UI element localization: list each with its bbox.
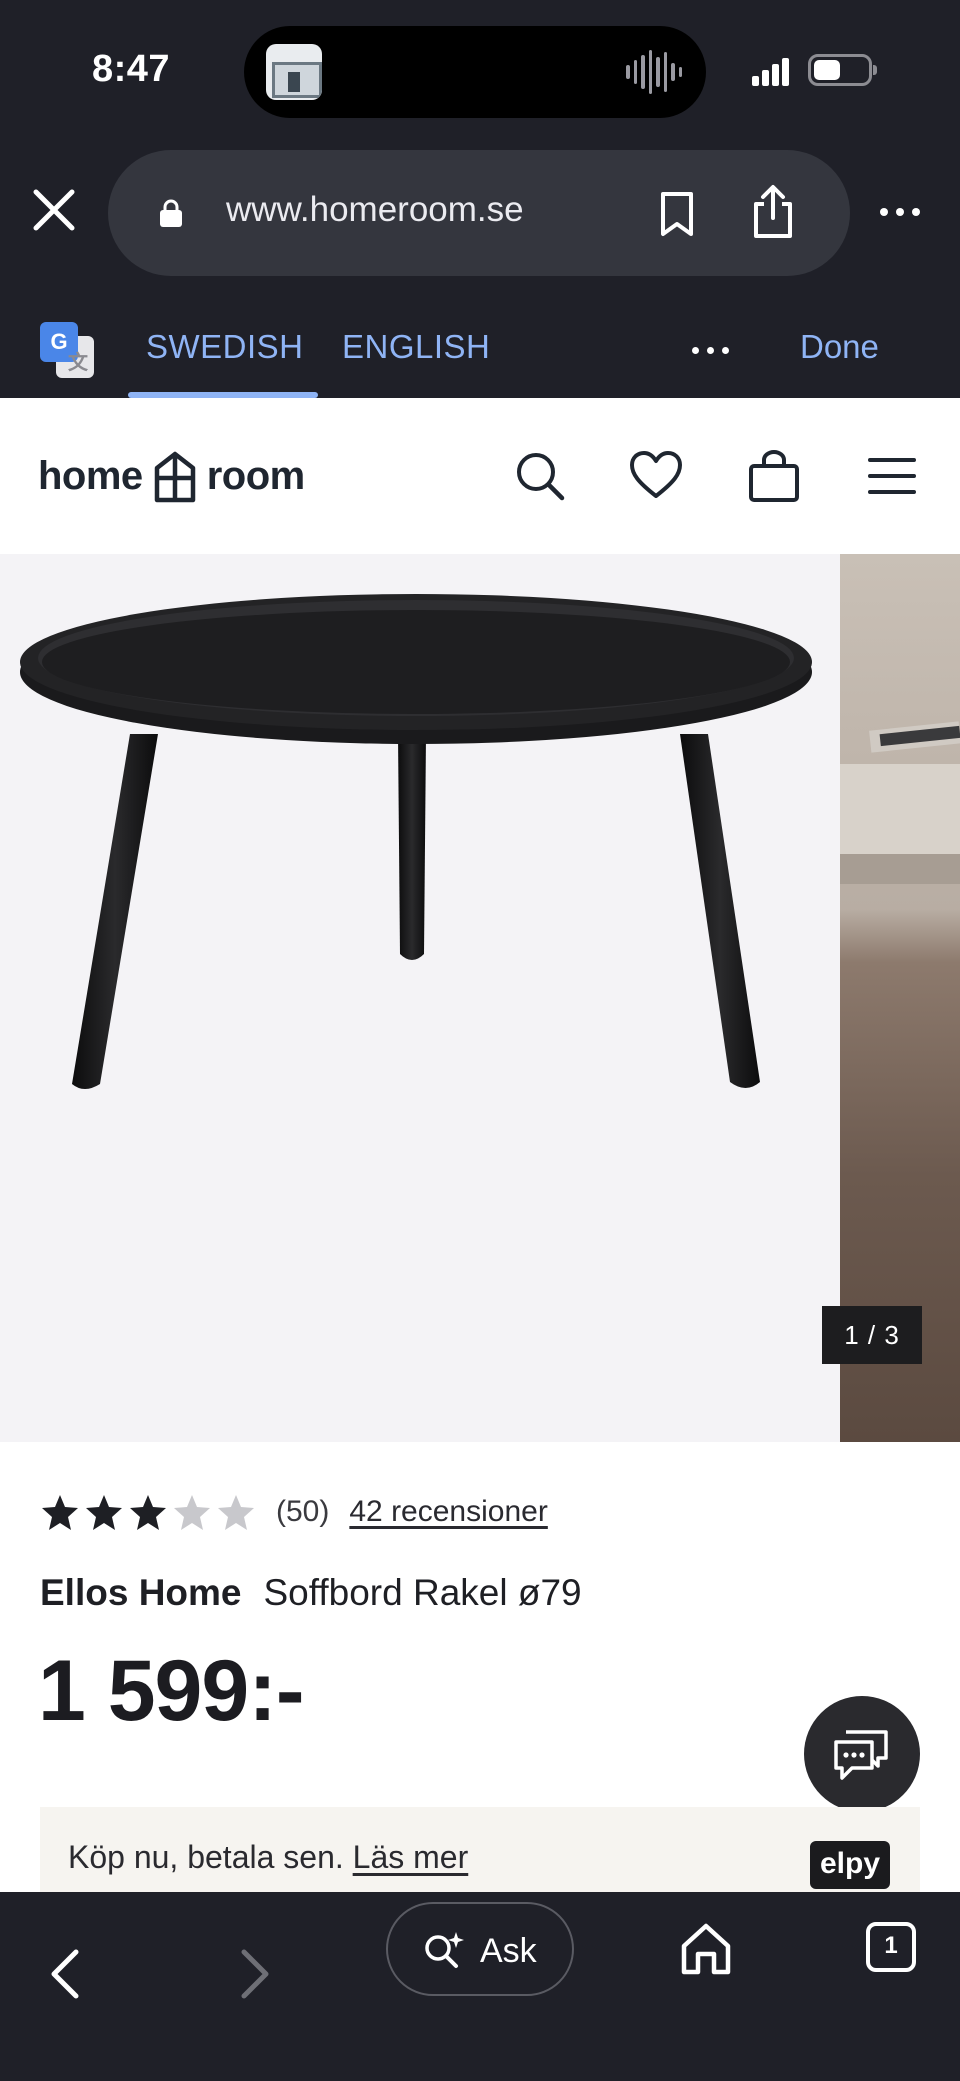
share-icon[interactable]: [748, 184, 798, 240]
more-button[interactable]: [880, 196, 932, 228]
ai-search-icon: [425, 1932, 464, 1968]
star-empty-icon: [174, 1495, 210, 1530]
tab-swedish[interactable]: SWEDISH: [146, 328, 304, 366]
browser-toolbar: Ask 1: [0, 1892, 960, 2081]
product-info: (50) 42 recensioner Ellos Home Soffbord R…: [0, 1442, 960, 1897]
house-logo-icon: [154, 451, 195, 503]
app-thumbnail-icon: [266, 44, 322, 100]
more-icon: [880, 196, 932, 228]
reviews-link[interactable]: 42 recensioner: [349, 1495, 547, 1529]
rating-row[interactable]: (50) 42 recensioner: [40, 1492, 548, 1532]
payment-banner: Köp nu, betala sen. Läs mer elpy: [40, 1807, 920, 1897]
heart-icon[interactable]: [628, 448, 684, 504]
chat-button[interactable]: [804, 1696, 920, 1812]
product-brand[interactable]: Ellos Home: [40, 1572, 242, 1613]
product-price: 1 599:-: [38, 1643, 304, 1739]
bookmark-icon[interactable]: [654, 190, 700, 238]
lock-icon: [160, 199, 182, 227]
star-filled-icon: [42, 1495, 78, 1530]
product-title: Ellos Home Soffbord Rakel ø79: [40, 1572, 582, 1614]
rating-count: (50): [276, 1495, 330, 1528]
star-filled-icon: [130, 1495, 166, 1530]
tab-english[interactable]: ENGLISH: [342, 328, 490, 366]
forward-icon[interactable]: [222, 1944, 282, 2004]
star-filled-icon: [86, 1495, 122, 1530]
battery-icon: [808, 54, 877, 86]
back-icon[interactable]: [38, 1944, 98, 2004]
slide-counter: 1 / 3: [822, 1306, 922, 1364]
product-gallery[interactable]: 1 / 3: [0, 554, 960, 1442]
cellular-signal-icon: [752, 58, 789, 86]
done-button[interactable]: Done: [800, 328, 879, 366]
screen: 8:47 www.homeroom.se G 文 SWEDISH ENGLISH…: [0, 0, 960, 2081]
address-bar[interactable]: www.homeroom.se: [108, 150, 850, 276]
translate-more-button[interactable]: [692, 332, 732, 368]
ask-button[interactable]: Ask: [386, 1902, 574, 1996]
ask-label: Ask: [480, 1932, 537, 1970]
star-empty-icon: [218, 1495, 254, 1530]
url-text[interactable]: www.homeroom.se: [226, 190, 524, 230]
site-logo[interactable]: home room: [38, 448, 305, 504]
logo-text-left: home: [38, 453, 143, 498]
google-translate-icon: G 文: [40, 322, 96, 378]
search-icon[interactable]: [512, 448, 568, 504]
product-image[interactable]: [0, 554, 840, 1442]
home-icon[interactable]: [680, 1922, 732, 1976]
logo-text-right: room: [206, 453, 306, 498]
audio-waveform-icon: [626, 50, 682, 94]
status-time: 8:47: [92, 48, 171, 90]
close-tab-button[interactable]: [24, 180, 84, 240]
chat-icon: [834, 1730, 888, 1780]
menu-icon[interactable]: [864, 448, 920, 504]
close-icon: [33, 189, 75, 231]
payment-message: Köp nu, betala sen.: [68, 1839, 344, 1875]
tabs-button[interactable]: 1: [866, 1922, 916, 1972]
more-icon: [692, 332, 732, 368]
site-header: home room: [0, 398, 960, 554]
browser-chrome: 8:47 www.homeroom.se G 文 SWEDISH ENGLISH…: [0, 0, 960, 398]
product-name: Soffbord Rakel ø79: [263, 1572, 582, 1613]
dynamic-island[interactable]: [244, 26, 706, 118]
elpy-logo: elpy: [810, 1841, 890, 1889]
shopping-bag-icon[interactable]: [746, 448, 802, 504]
payment-text: Köp nu, betala sen. Läs mer: [68, 1839, 468, 1876]
read-more-link[interactable]: Läs mer: [353, 1839, 469, 1875]
translate-bar: G 文 SWEDISH ENGLISH Done: [0, 300, 960, 398]
